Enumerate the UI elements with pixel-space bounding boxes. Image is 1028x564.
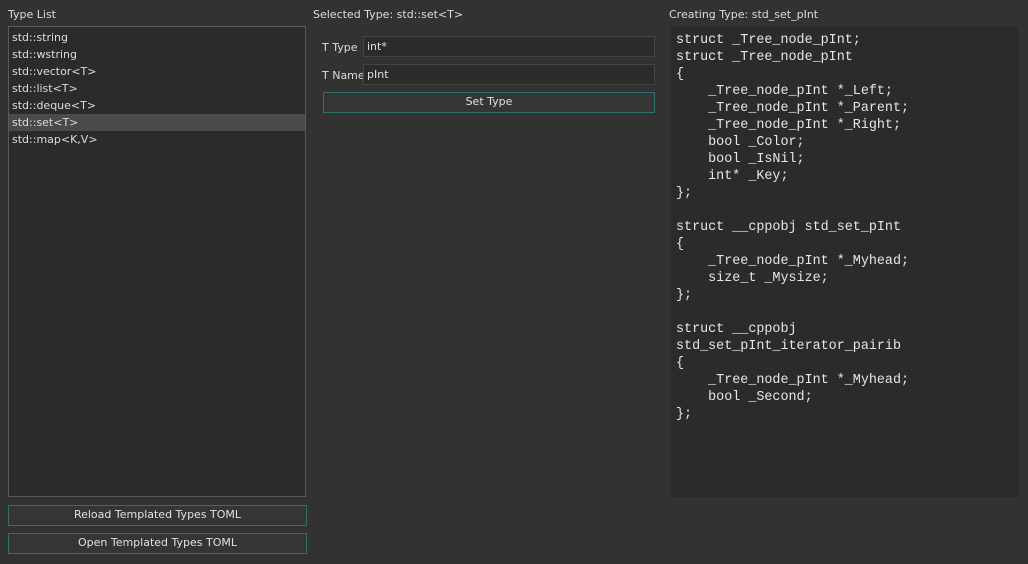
creating-type-header: Creating Type: std_set_pInt (669, 8, 819, 21)
t-name-label: T Name (322, 69, 365, 82)
set-type-button[interactable]: Set Type (323, 92, 655, 113)
list-item-std-map[interactable]: std::map<K,V> (9, 131, 305, 148)
list-item-std-vector[interactable]: std::vector<T> (9, 63, 305, 80)
type-list-header: Type List (8, 8, 56, 21)
t-type-input[interactable]: int* (363, 36, 655, 57)
t-name-input[interactable]: pInt (363, 64, 655, 85)
list-item-std-list[interactable]: std::list<T> (9, 80, 305, 97)
reload-toml-button[interactable]: Reload Templated Types TOML (8, 505, 307, 526)
type-list[interactable]: std::string std::wstring std::vector<T> … (8, 26, 306, 497)
list-item-std-deque[interactable]: std::deque<T> (9, 97, 305, 114)
open-toml-button[interactable]: Open Templated Types TOML (8, 533, 307, 554)
list-item-std-string[interactable]: std::string (9, 29, 305, 46)
t-type-label: T Type (322, 41, 358, 54)
list-item-std-set[interactable]: std::set<T> (9, 114, 305, 131)
generated-code: struct _Tree_node_pInt; struct _Tree_nod… (676, 33, 910, 422)
list-item-std-wstring[interactable]: std::wstring (9, 46, 305, 63)
selected-type-header: Selected Type: std::set<T> (313, 8, 464, 21)
code-output-panel[interactable]: struct _Tree_node_pInt; struct _Tree_nod… (671, 27, 1018, 497)
